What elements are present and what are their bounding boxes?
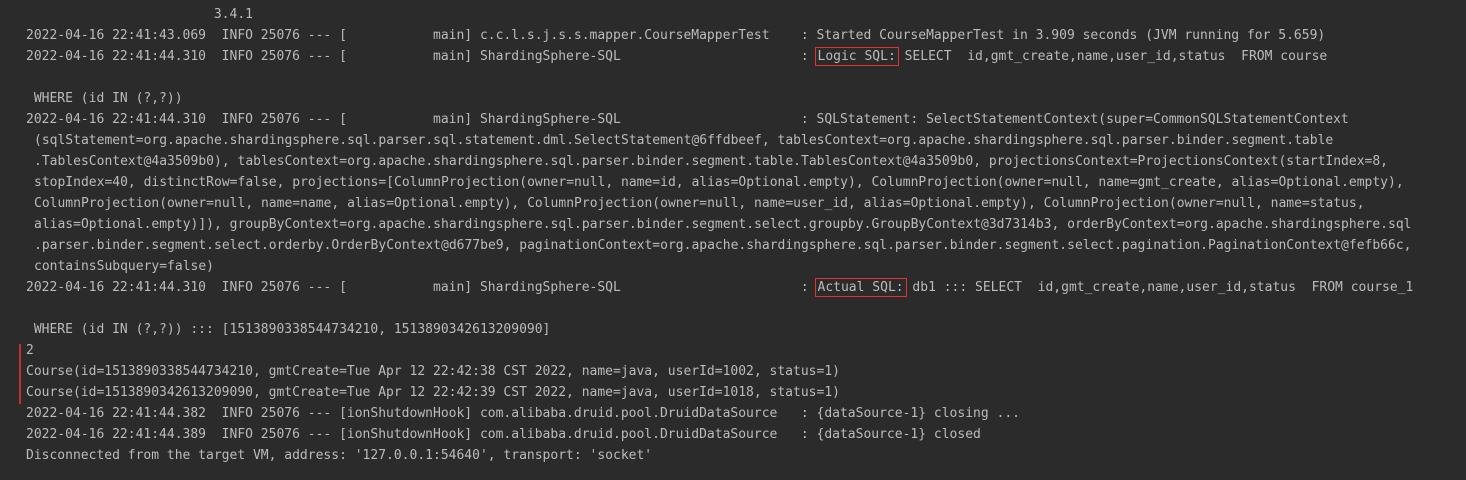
console-line: Disconnected from the target VM, address…	[26, 448, 653, 463]
log-message: SELECT id,gmt_create,name,user_id,status…	[896, 49, 1328, 64]
log-prefix: 2022-04-16 22:41:44.310 INFO 25076 --- […	[26, 280, 817, 295]
actual-sql-highlight: Actual SQL:	[814, 278, 907, 297]
console-line: .parser.binder.segment.select.orderby.Or…	[34, 238, 1412, 253]
logic-sql-highlight: Logic SQL:	[814, 47, 899, 66]
console-line: 2022-04-16 22:41:44.310 INFO 25076 --- […	[26, 112, 1349, 127]
console-line: 2022-04-16 22:41:44.389 INFO 25076 --- […	[26, 427, 981, 442]
console-line: 2022-04-16 22:41:44.382 INFO 25076 --- […	[26, 406, 1020, 421]
console-line: Course(id=1513890338544734210, gmtCreate…	[26, 364, 840, 379]
console-line: Course(id=1513890342613209090, gmtCreate…	[26, 385, 840, 400]
console-line: .TablesContext@4a3509b0), tablesContext=…	[34, 154, 1389, 169]
result-marker	[19, 344, 21, 404]
console-line: 3.4.1	[26, 7, 253, 22]
log-message: db1 ::: SELECT id,gmt_create,name,user_i…	[904, 280, 1414, 295]
console-line: containsSubquery=false)	[34, 259, 215, 274]
console-line: ColumnProjection(owner=null, name=name, …	[34, 196, 1365, 211]
console-line: 2022-04-16 22:41:44.310 INFO 25076 --- […	[26, 46, 1327, 67]
console-line: WHERE (id IN (?,?))	[26, 91, 183, 106]
console-output: 3.4.1 2022-04-16 22:41:43.069 INFO 25076…	[0, 0, 1466, 480]
log-prefix: 2022-04-16 22:41:44.310 INFO 25076 --- […	[26, 49, 817, 64]
console-line: (sqlStatement=org.apache.shardingsphere.…	[34, 133, 1334, 148]
console-line: 2022-04-16 22:41:43.069 INFO 25076 --- […	[26, 28, 1326, 43]
console-line: WHERE (id IN (?,?)) ::: [151389033854473…	[26, 322, 551, 337]
console-line: alias=Optional.empty)]), groupByContext=…	[34, 217, 1412, 232]
console-line: 2	[26, 343, 34, 358]
console-line: 2022-04-16 22:41:44.310 INFO 25076 --- […	[26, 277, 1413, 298]
console-line: stopIndex=40, distinctRow=false, project…	[34, 175, 1404, 190]
